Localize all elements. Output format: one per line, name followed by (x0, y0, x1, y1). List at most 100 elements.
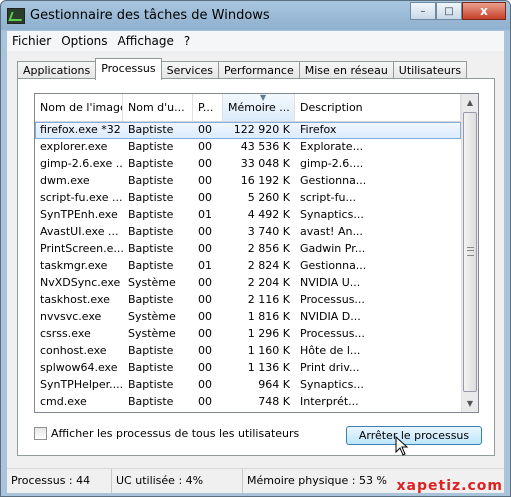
cell-memory: 2 824 K (247, 259, 290, 272)
table-row[interactable]: SynTPEnh.exe Baptiste 01 4 492 K Synaptics..… (35, 207, 461, 224)
menu-affichage[interactable]: Affichage (113, 31, 179, 51)
column-header-cpu[interactable]: P... (193, 94, 223, 121)
cell-description: Interprét... (300, 395, 359, 408)
show-all-processes-checkbox[interactable] (34, 427, 47, 440)
window-client-area: Fichier Options Affichage ? Applications… (7, 31, 504, 493)
window-controls: – □ x (410, 2, 506, 20)
menu-bar: Fichier Options Affichage ? (7, 31, 504, 51)
process-rows: firefox.exe *32 Baptiste 00 122 920 K Firefo… (35, 122, 461, 411)
table-row[interactable]: script-fu.exe ... Baptiste 00 5 260 K script… (35, 190, 461, 207)
menu-help[interactable]: ? (179, 31, 195, 51)
close-button[interactable]: x (462, 2, 506, 20)
cell-cpu: 00 (198, 225, 212, 238)
minimize-button[interactable]: – (410, 2, 436, 20)
cell-user-name: Baptiste (128, 395, 174, 408)
cell-description: Print driv... (300, 361, 360, 374)
watermark: xapetiz.com (396, 478, 503, 494)
menu-options[interactable]: Options (56, 31, 112, 51)
process-list: Nom de l'image Nom d'u... P... ▼ Mémoire… (34, 93, 479, 413)
cell-description: script-fu... (300, 191, 356, 204)
cell-cpu: 00 (198, 361, 212, 374)
cell-memory: 33 048 K (240, 157, 290, 170)
cell-image-name: cmd.exe (40, 395, 87, 408)
cell-description: NVIDIA D... (300, 310, 361, 323)
cell-image-name: SynTPEnh.exe (40, 208, 118, 221)
sort-descending-icon: ▼ (260, 94, 267, 102)
table-row[interactable]: explorer.exe Baptiste 00 43 536 K Explorate.… (35, 139, 461, 156)
table-row[interactable]: firefox.exe *32 Baptiste 00 122 920 K Firefo… (35, 122, 461, 139)
table-row[interactable]: taskmgr.exe Baptiste 01 2 824 K Gestionna... (35, 258, 461, 275)
table-row[interactable]: taskhost.exe Baptiste 00 2 116 K Processus..… (35, 292, 461, 309)
cell-user-name: Baptiste (128, 344, 174, 357)
table-row[interactable]: SynTPHelper.... Baptiste 00 964 K Synaptics.… (35, 377, 461, 394)
title-bar[interactable]: Gestionnaire des tâches de Windows – □ x (1, 1, 510, 31)
cell-cpu: 00 (198, 395, 212, 408)
table-row[interactable]: gimp-2.6.exe ... Baptiste 00 33 048 K gimp-2… (35, 156, 461, 173)
status-process-count: Processus : 44 (7, 469, 112, 493)
cell-image-name: PrintScreen.e... (40, 242, 123, 255)
cell-memory: 2 204 K (247, 276, 290, 289)
cell-description: Gestionna... (300, 174, 367, 187)
cell-user-name: Baptiste (128, 361, 174, 374)
maximize-button[interactable]: □ (436, 2, 462, 20)
status-cpu-usage: UC utilisée : 4% (112, 469, 243, 493)
cell-image-name: splwow64.exe (40, 361, 118, 374)
table-row[interactable]: NvXDSync.exe Système 00 2 204 K NVIDIA U... (35, 275, 461, 292)
show-all-processes-label: Afficher les processus de tous les utili… (51, 427, 300, 440)
scrollbar-thumb[interactable] (463, 112, 477, 392)
cell-user-name: Baptiste (128, 123, 174, 136)
column-header-description[interactable]: Description (295, 94, 461, 121)
cell-user-name: Baptiste (128, 259, 174, 272)
cell-cpu: 01 (198, 259, 212, 272)
cell-user-name: Baptiste (128, 191, 174, 204)
cell-description: Synaptics... (300, 378, 364, 391)
show-all-processes-option[interactable]: Afficher les processus de tous les utili… (34, 427, 299, 440)
task-manager-app-icon (7, 8, 25, 24)
table-row[interactable]: splwow64.exe Baptiste 00 1 136 K Print driv.… (35, 360, 461, 377)
grip-icon (467, 247, 474, 256)
cell-description: Processus... (300, 327, 365, 340)
cell-memory: 16 192 K (240, 174, 290, 187)
cell-description: Gadwin Pr... (300, 242, 366, 255)
scroll-down-icon[interactable]: ▼ (462, 395, 478, 412)
table-row[interactable]: conhost.exe Baptiste 00 1 160 K Hôte de l... (35, 343, 461, 360)
tab-strip: Applications Processus Services Performa… (17, 58, 468, 80)
cell-cpu: 00 (198, 310, 212, 323)
column-header-memory[interactable]: ▼ Mémoire ... (223, 94, 295, 121)
cell-image-name: AvastUI.exe ... (40, 225, 119, 238)
table-row[interactable]: csrss.exe Système 00 1 296 K Processus... (35, 326, 461, 343)
table-row[interactable]: nvvsvc.exe Système 00 1 816 K NVIDIA D... (35, 309, 461, 326)
cell-memory: 3 740 K (247, 225, 290, 238)
cell-user-name: Système (128, 327, 176, 340)
table-row[interactable]: PrintScreen.e... Baptiste 00 2 856 K Gadwin … (35, 241, 461, 258)
table-row[interactable]: AvastUI.exe ... Baptiste 00 3 740 K avast! A… (35, 224, 461, 241)
mouse-cursor-icon (395, 436, 409, 456)
cell-image-name: dwm.exe (40, 174, 90, 187)
end-process-button[interactable]: Arrêter le processus (346, 426, 482, 445)
cell-cpu: 00 (198, 157, 212, 170)
cell-description: Synaptics... (300, 208, 364, 221)
cell-cpu: 00 (198, 191, 212, 204)
cell-cpu: 01 (198, 208, 212, 221)
tab-processus[interactable]: Processus (95, 58, 162, 80)
cell-image-name: gimp-2.6.exe ... (40, 157, 123, 170)
cell-user-name: Baptiste (128, 242, 174, 255)
vertical-scrollbar[interactable]: ▲ ▼ (461, 94, 478, 412)
cell-memory: 1 160 K (247, 344, 290, 357)
cell-memory: 1 816 K (247, 310, 290, 323)
cell-image-name: csrss.exe (40, 327, 91, 340)
cell-user-name: Baptiste (128, 174, 174, 187)
cell-user-name: Baptiste (128, 225, 174, 238)
cell-cpu: 00 (198, 276, 212, 289)
table-row[interactable]: cmd.exe Baptiste 00 748 K Interprét... (35, 394, 461, 411)
menu-fichier[interactable]: Fichier (7, 31, 56, 51)
cell-image-name: script-fu.exe ... (40, 191, 123, 204)
scroll-up-icon[interactable]: ▲ (462, 94, 478, 111)
cell-image-name: nvvsvc.exe (40, 310, 102, 323)
cell-memory: 748 K (258, 395, 290, 408)
column-header-user-name[interactable]: Nom d'u... (123, 94, 193, 121)
table-row[interactable]: dwm.exe Baptiste 00 16 192 K Gestionna... (35, 173, 461, 190)
cell-cpu: 00 (198, 378, 212, 391)
column-header-image-name[interactable]: Nom de l'image (35, 94, 123, 121)
cell-memory: 2 116 K (247, 293, 290, 306)
